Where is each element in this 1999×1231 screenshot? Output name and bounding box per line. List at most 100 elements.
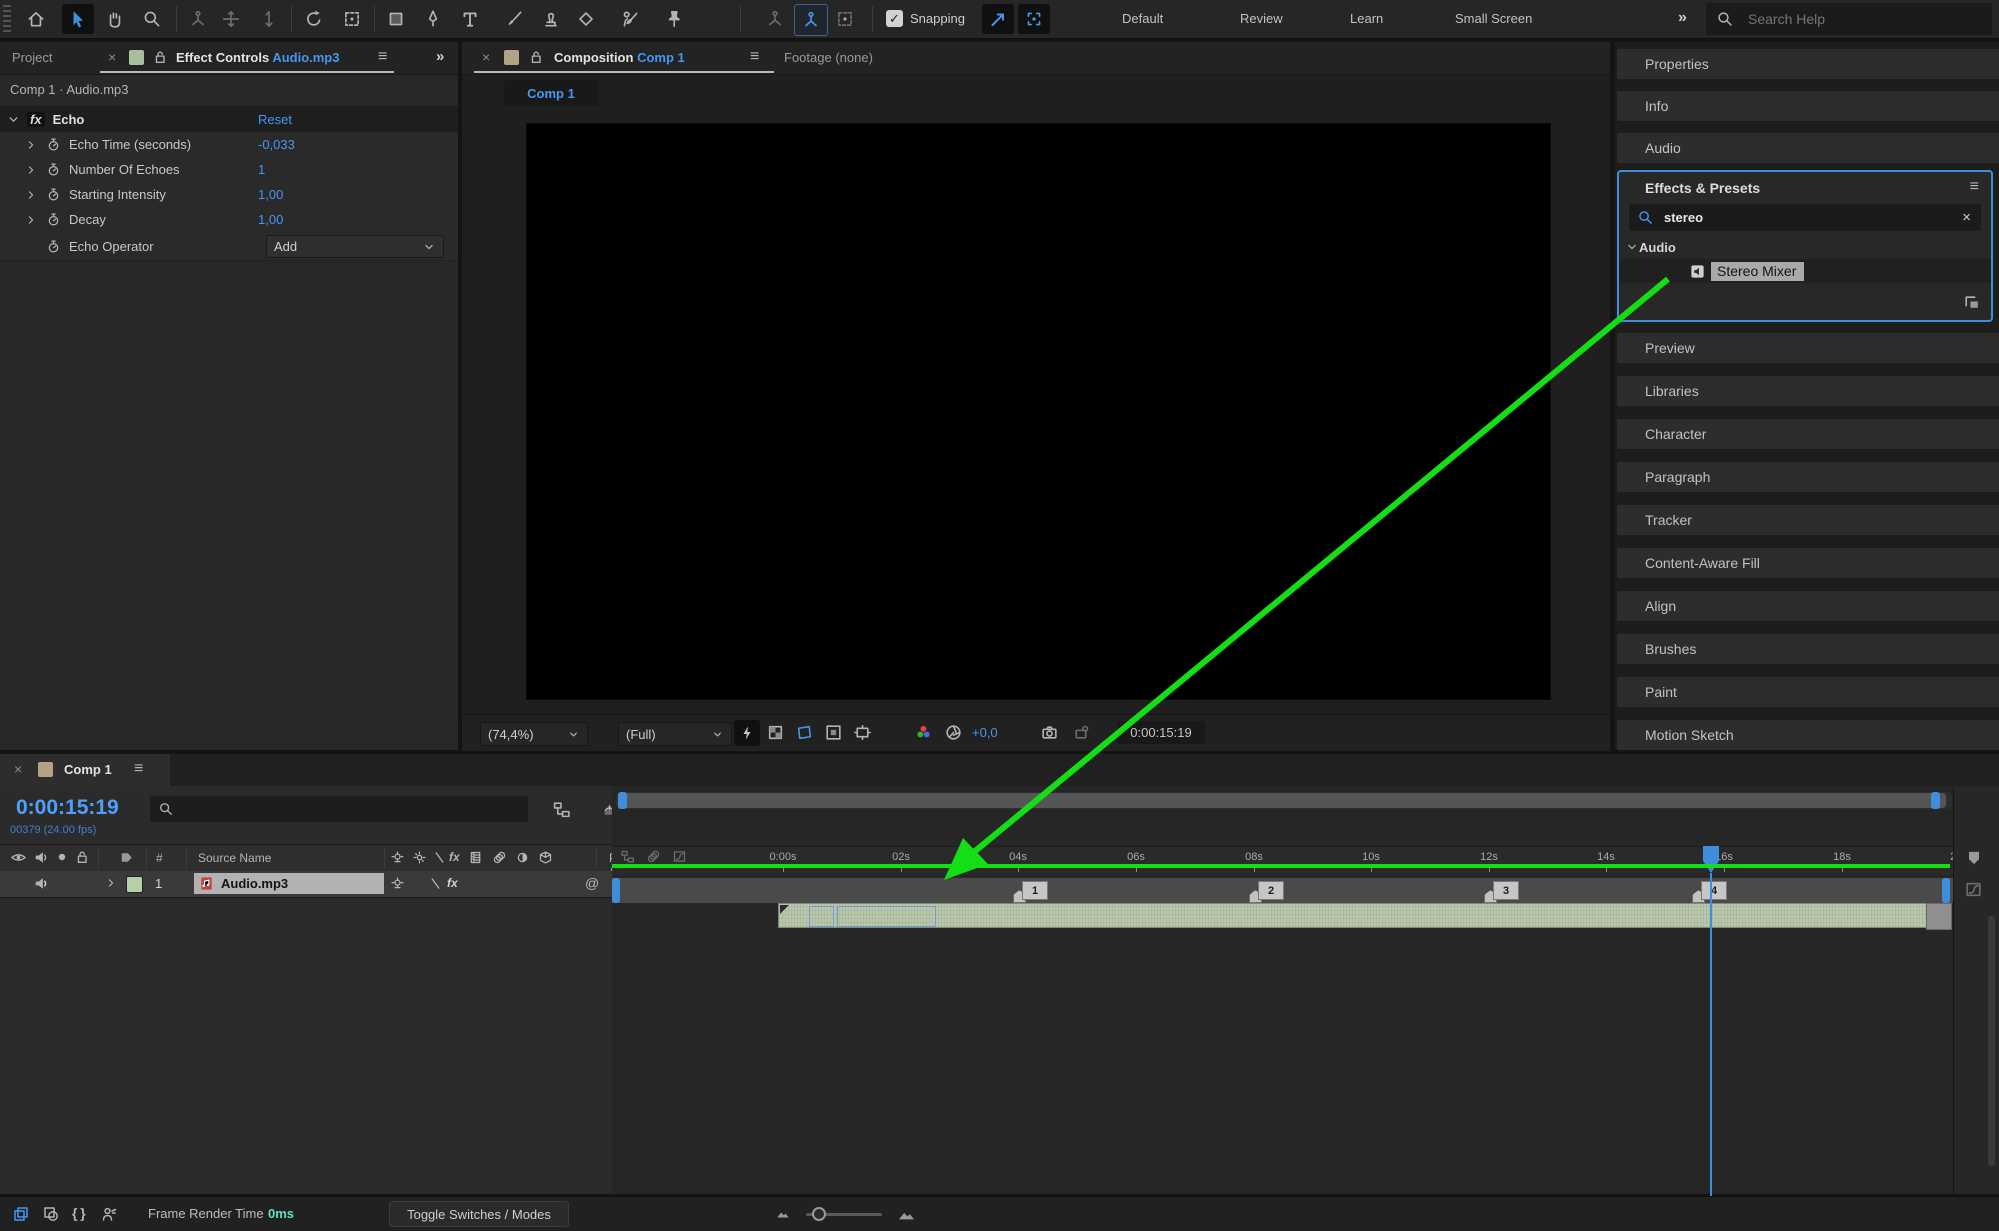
view-axis-mode[interactable] bbox=[829, 4, 861, 34]
local-axis-mode[interactable] bbox=[759, 4, 791, 34]
panel-header-motion-sketch[interactable]: Motion Sketch bbox=[1617, 720, 1999, 750]
property-value[interactable]: -0,033 bbox=[258, 137, 295, 152]
panel-menu-icon[interactable]: ≡ bbox=[1970, 178, 1979, 196]
column-source-name[interactable]: Source Name bbox=[198, 851, 271, 865]
panel-header-properties[interactable]: Properties bbox=[1617, 49, 1999, 79]
pan-camera-tool[interactable] bbox=[215, 4, 247, 34]
tab-footage[interactable]: Footage (none) bbox=[784, 50, 873, 65]
stopwatch-icon[interactable] bbox=[46, 239, 61, 254]
column-number[interactable]: # bbox=[156, 851, 163, 865]
world-axis-mode[interactable] bbox=[794, 4, 828, 36]
rectangle-tool[interactable] bbox=[380, 4, 412, 34]
magnification-dropdown[interactable]: (74,4%) bbox=[480, 722, 588, 746]
tab-project[interactable]: Project bbox=[12, 50, 52, 65]
composition-breadcrumb-chip[interactable]: Comp 1 bbox=[504, 80, 598, 106]
effects-search-input[interactable] bbox=[1662, 209, 1936, 226]
comp-button-icon[interactable] bbox=[620, 849, 635, 864]
chevron-right-icon[interactable] bbox=[24, 163, 38, 177]
layer-in-point-icon[interactable] bbox=[780, 905, 789, 914]
channel-button[interactable] bbox=[914, 723, 933, 742]
hand-tool[interactable] bbox=[99, 4, 131, 34]
out-point-handle[interactable] bbox=[1942, 878, 1950, 903]
work-area-start-handle[interactable] bbox=[618, 792, 627, 809]
roto-brush-tool[interactable] bbox=[614, 4, 646, 34]
show-snapshot-button[interactable] bbox=[1072, 723, 1091, 742]
exposure-value[interactable]: +0,0 bbox=[972, 725, 998, 740]
effect-reset-link[interactable]: Reset bbox=[258, 112, 292, 127]
draft-preview-icon[interactable] bbox=[42, 1205, 60, 1223]
panel-header-paint[interactable]: Paint bbox=[1617, 677, 1999, 707]
keyframe-box-small[interactable] bbox=[809, 906, 834, 927]
panel-header-info[interactable]: Info bbox=[1617, 91, 1999, 121]
stopwatch-icon[interactable] bbox=[46, 212, 61, 227]
search-icon[interactable] bbox=[1637, 209, 1654, 226]
tab-effect-controls[interactable]: Effect Controls Audio.mp3 bbox=[176, 50, 339, 65]
orbit-camera-tool[interactable] bbox=[182, 4, 214, 34]
layer-row[interactable]: 1 Audio.mp3 fx @ None bbox=[0, 871, 612, 898]
audio-speaker-icon[interactable] bbox=[32, 875, 49, 892]
live-update-icon[interactable] bbox=[12, 1205, 30, 1223]
in-point-handle[interactable] bbox=[612, 878, 620, 903]
effects-group-row[interactable]: Audio bbox=[1619, 236, 1991, 258]
zoom-out-mountain-icon[interactable] bbox=[775, 1205, 791, 1221]
tab-close-icon[interactable]: × bbox=[108, 49, 116, 65]
pen-tool[interactable] bbox=[417, 4, 449, 34]
pick-whip-icon[interactable]: @ bbox=[585, 875, 599, 891]
panel-header-libraries[interactable]: Libraries bbox=[1617, 376, 1999, 406]
chevron-right-icon[interactable] bbox=[24, 138, 38, 152]
home-button[interactable] bbox=[20, 4, 52, 34]
exposure-icon[interactable] bbox=[944, 723, 963, 742]
tab-close-icon[interactable]: × bbox=[482, 49, 490, 65]
property-value[interactable]: 1,00 bbox=[258, 212, 283, 227]
time-ruler[interactable]: 0:00s 02s 04s 06s 08s 10s 12s 14s 16s 18… bbox=[612, 846, 1953, 875]
workspace-tab-learn[interactable]: Learn bbox=[1350, 11, 1383, 26]
stopwatch-icon[interactable] bbox=[46, 187, 61, 202]
property-value[interactable]: 1 bbox=[258, 162, 265, 177]
panel-menu-icon[interactable]: ≡ bbox=[750, 48, 759, 66]
puppet-pin-tool[interactable] bbox=[658, 4, 690, 34]
work-area-bar[interactable] bbox=[616, 792, 1952, 809]
work-area-end-handle[interactable] bbox=[1931, 792, 1940, 809]
panel-header-audio[interactable]: Audio bbox=[1617, 133, 1999, 163]
video-eye-icon[interactable] bbox=[10, 849, 27, 866]
search-icon[interactable] bbox=[158, 801, 174, 817]
lock-icon[interactable] bbox=[74, 849, 90, 865]
timeline-tab[interactable]: × Comp 1 ≡ bbox=[0, 754, 170, 786]
zoom-slider-knob[interactable] bbox=[812, 1207, 826, 1221]
resolution-dropdown[interactable]: (Full) bbox=[618, 722, 732, 746]
help-search-input[interactable] bbox=[1746, 10, 1980, 28]
eraser-tool[interactable] bbox=[570, 4, 602, 34]
blur3-mini-icon[interactable] bbox=[646, 849, 661, 864]
panel-overflow-chevrons[interactable]: » bbox=[436, 48, 444, 65]
clear-search-icon[interactable]: × bbox=[1962, 209, 1971, 226]
grid-guides-button[interactable] bbox=[853, 723, 872, 742]
workspace-tab-small-screen[interactable]: Small Screen bbox=[1455, 11, 1532, 26]
lock-icon[interactable] bbox=[152, 49, 168, 65]
audio-layer-bar[interactable] bbox=[778, 903, 1928, 928]
snap-to-features-toggle[interactable] bbox=[1018, 4, 1050, 34]
solo-icon[interactable] bbox=[54, 849, 70, 865]
marker-strip[interactable]: 1 2 3 4 bbox=[612, 877, 1953, 903]
new-preset-icon[interactable] bbox=[1962, 293, 1981, 312]
zoom-in-mountain-icon[interactable] bbox=[896, 1203, 917, 1224]
snapshot-button[interactable] bbox=[1040, 723, 1059, 742]
effects-result-label[interactable]: Stereo Mixer bbox=[1711, 262, 1804, 281]
clone-stamp-tool[interactable] bbox=[535, 4, 567, 34]
timeline-search-input[interactable] bbox=[180, 801, 504, 818]
lock-icon[interactable] bbox=[528, 49, 544, 65]
panel-header-paragraph[interactable]: Paragraph bbox=[1617, 462, 1999, 492]
layer-name-selection[interactable]: Audio.mp3 bbox=[194, 873, 384, 894]
preview-time-display[interactable]: 0:00:15:19 bbox=[1117, 721, 1205, 744]
keyframe-box-large[interactable] bbox=[837, 906, 936, 927]
marker-bin-icon[interactable] bbox=[1964, 848, 1984, 868]
graph-mini-icon[interactable] bbox=[672, 849, 687, 864]
echo-operator-dropdown[interactable]: Add bbox=[266, 235, 444, 258]
effects-result-row[interactable]: Stereo Mixer bbox=[1619, 259, 1991, 283]
audio-speaker-icon[interactable] bbox=[32, 849, 49, 866]
workspace-tab-review[interactable]: Review bbox=[1240, 11, 1283, 26]
panel-menu-icon[interactable]: ≡ bbox=[134, 760, 143, 778]
workspace-overflow-chevrons[interactable]: » bbox=[1678, 9, 1687, 27]
panel-header-tracker[interactable]: Tracker bbox=[1617, 505, 1999, 535]
playhead-line[interactable] bbox=[1710, 873, 1712, 1223]
stopwatch-icon[interactable] bbox=[46, 162, 61, 177]
